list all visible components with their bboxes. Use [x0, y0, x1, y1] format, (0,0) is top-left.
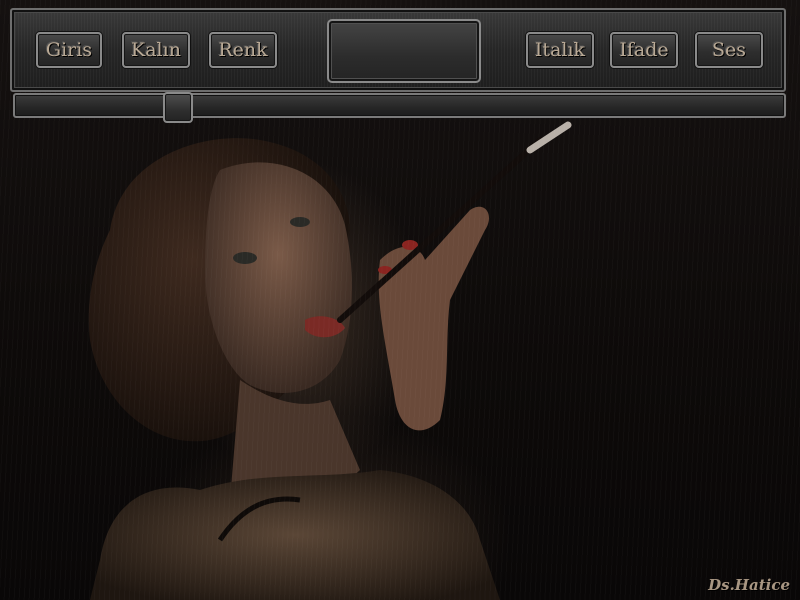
display-screen — [327, 19, 481, 83]
control-panel: Giris Kalın Renk Italık Ifade Ses — [10, 8, 786, 92]
ses-button[interactable]: Ses — [695, 32, 763, 68]
progress-slider[interactable] — [13, 92, 786, 123]
renk-button[interactable]: Renk — [209, 32, 277, 68]
giris-button[interactable]: Giris — [36, 32, 102, 68]
italik-button[interactable]: Italık — [526, 32, 594, 68]
kalin-button[interactable]: Kalın — [122, 32, 190, 68]
signature-watermark: Ds.Hatice — [708, 576, 790, 594]
slider-thumb[interactable] — [163, 92, 193, 123]
ifade-button[interactable]: Ifade — [610, 32, 678, 68]
